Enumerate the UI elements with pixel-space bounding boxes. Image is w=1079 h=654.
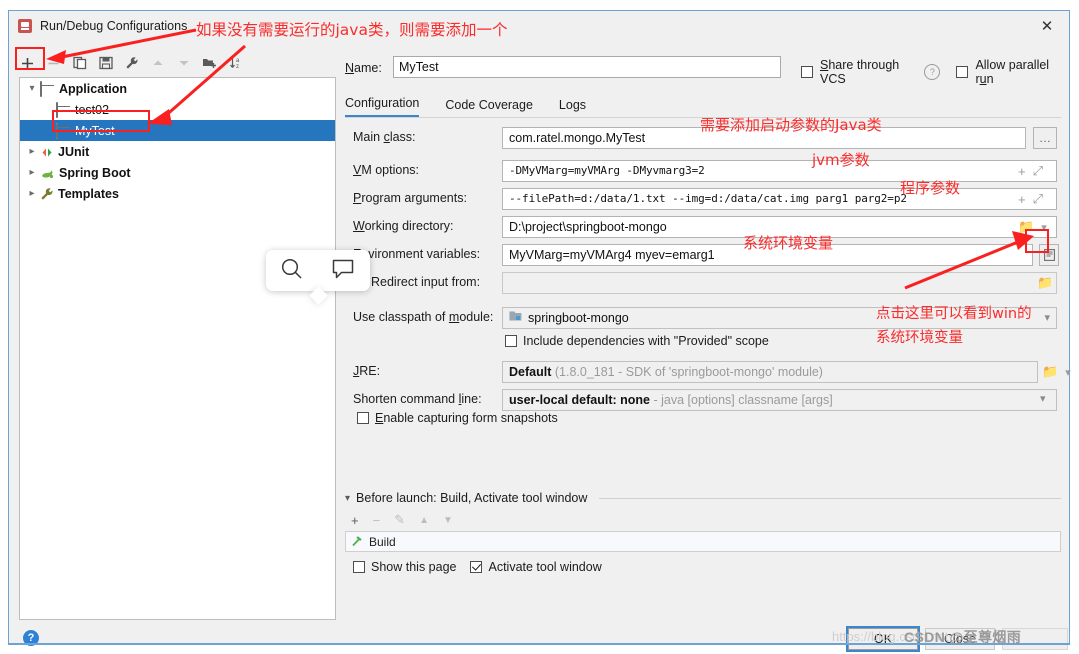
comment-bubble-icon[interactable] [331, 257, 357, 284]
annotation-env-button-note-line1: 点击这里可以看到win的 [876, 302, 1032, 323]
annotation-add-config-note: 如果没有需要运行的java类，则需要添加一个 [196, 18, 507, 40]
annotation-env-button-note-line2: 系统环境变量 [876, 326, 963, 347]
annotation-vm-options-note: jvm参数 [812, 149, 870, 170]
annotation-env-vars-note: 系统环境变量 [743, 232, 833, 253]
annotation-main-class-note: 需要添加启动参数的Java类 [700, 114, 882, 135]
watermark: CSDN @至尊烟雨 [904, 627, 1021, 647]
search-icon[interactable] [279, 256, 305, 285]
annotation-program-args-note: 程序参数 [900, 177, 960, 198]
